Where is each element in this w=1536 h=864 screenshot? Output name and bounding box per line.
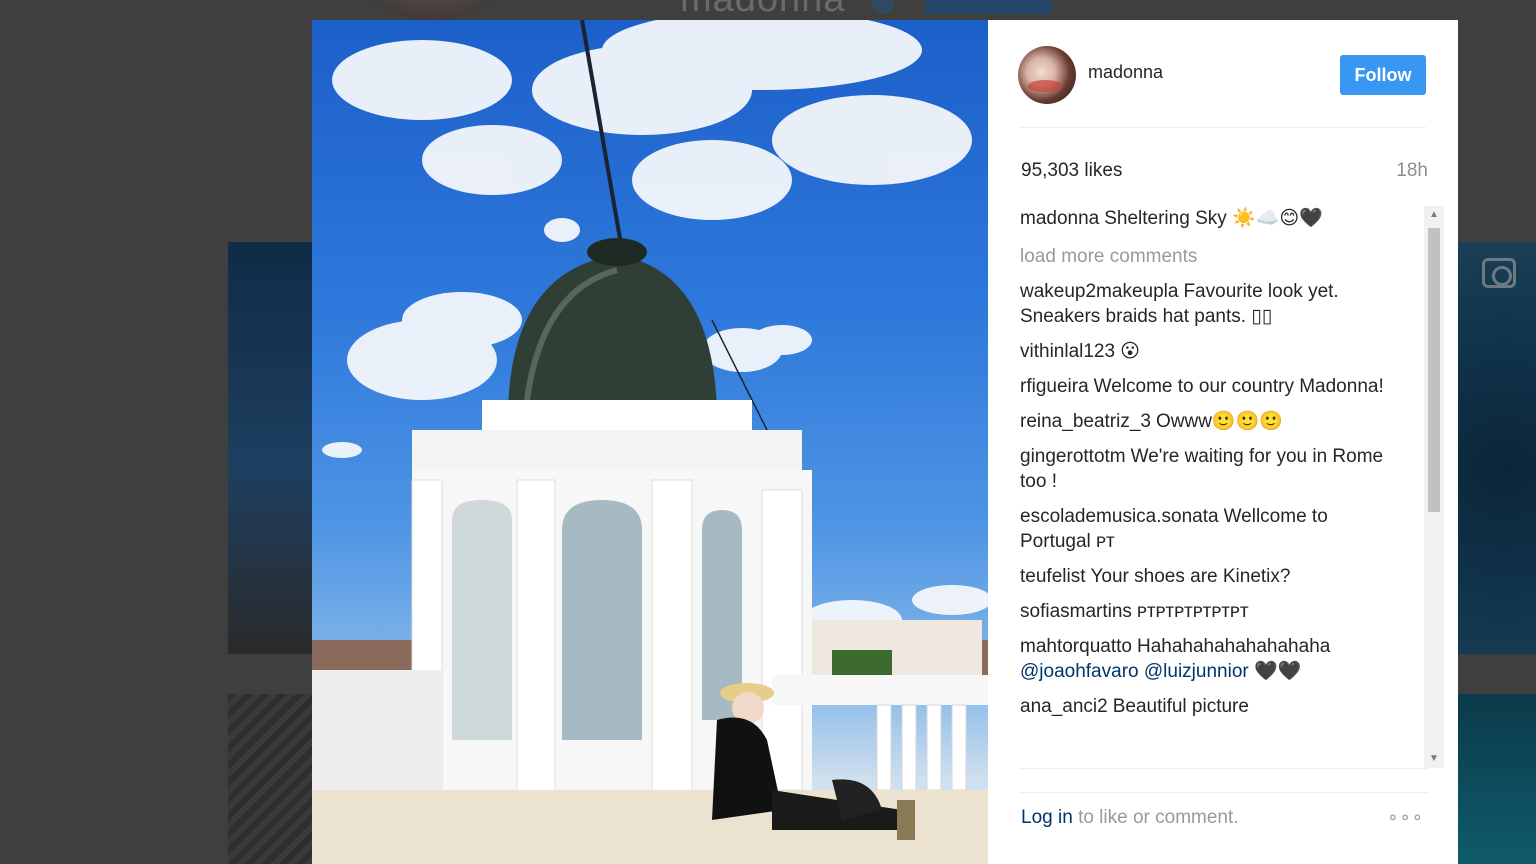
comment-item: escolademusica.sonata Wellcome to Portuga… (1020, 504, 1398, 554)
login-prompt: Log in to like or comment. (1021, 807, 1239, 829)
comment-item: rfigueira Welcome to our country Madonna! (1020, 374, 1398, 399)
comment-author[interactable]: ana_anci2 (1020, 696, 1108, 717)
likes-row: 95,303 likes 18h (1020, 158, 1428, 188)
background-profile-avatar (338, 0, 528, 20)
comment-author[interactable]: mahtorquatto (1020, 636, 1132, 657)
rooftop-dome-photo (312, 20, 988, 864)
comment-author[interactable]: rfigueira (1020, 376, 1089, 397)
comment-author[interactable]: teufelist (1020, 566, 1085, 587)
comment-item: ana_anci2 Beautiful picture (1020, 694, 1398, 719)
background-profile-username: madonna (680, 0, 845, 21)
post-caption: madonna Sheltering Sky ☀️☁️😊🖤 (1020, 206, 1398, 231)
comment-emoji: 🖤🖤 (1254, 661, 1302, 682)
author-username[interactable]: madonna (1088, 62, 1163, 83)
comment-author[interactable]: sofiasmartins (1020, 601, 1132, 622)
comment-item: sofiasmartins ᴘᴛᴘᴛᴘᴛᴘᴛᴘᴛᴘᴛ (1020, 599, 1398, 624)
comment-author[interactable]: wakeup2makeupla (1020, 281, 1178, 302)
comment-text: ᴘᴛᴘᴛᴘᴛᴘᴛᴘᴛᴘᴛ (1136, 601, 1249, 622)
comments-scroll-area[interactable]: madonna Sheltering Sky ☀️☁️😊🖤 load more c… (1020, 206, 1438, 770)
load-more-comments[interactable]: load more comments (1020, 244, 1398, 269)
background-thumbnail[interactable] (1458, 242, 1536, 654)
video-icon (1482, 258, 1516, 288)
verified-icon (872, 0, 894, 14)
comment-item: wakeup2makeupla Favourite look yet. Sneak… (1020, 279, 1398, 329)
comment-text: Beautiful picture (1112, 696, 1249, 717)
comment-author[interactable]: reina_beatriz_3 (1020, 411, 1151, 432)
follow-button[interactable]: Follow (1340, 55, 1426, 95)
post-photo[interactable] (312, 20, 988, 864)
mention-link[interactable]: @luizjunnior (1144, 661, 1249, 682)
comment-item: gingerottotm We're waiting for you in Rom… (1020, 444, 1398, 494)
background-thumbnail[interactable] (228, 242, 318, 654)
post-footer: Log in to like or comment. ∘∘∘ (1020, 792, 1428, 842)
comments-list: madonna Sheltering Sky ☀️☁️😊🖤 load more c… (1020, 206, 1398, 729)
comment-text: Your shoes are Kinetix? (1090, 566, 1291, 587)
comments-scrollbar[interactable]: ▲ ▼ (1424, 206, 1444, 768)
login-prompt-text: to like or comment. (1078, 807, 1239, 828)
background-thumbnail[interactable] (228, 694, 318, 864)
comment-text: Hahahahahahahahaha (1136, 636, 1331, 657)
comment-item: mahtorquatto Hahahahahahahahaha @joaohfav… (1020, 634, 1398, 684)
comment-text: Welcome to our country Madonna! (1093, 376, 1384, 397)
background-follow-button (925, 0, 1052, 14)
post-time[interactable]: 18h (1396, 160, 1428, 182)
scrollbar-thumb[interactable] (1428, 228, 1440, 512)
comments-divider (1020, 768, 1428, 770)
comment-author[interactable]: gingerottotm (1020, 446, 1126, 467)
background-thumbnail[interactable] (1458, 694, 1536, 864)
post-side-panel: madonna Follow 95,303 likes 18h madonna S… (988, 20, 1458, 864)
comment-item: teufelist Your shoes are Kinetix? (1020, 564, 1398, 589)
comment-author[interactable]: escolademusica.sonata (1020, 506, 1219, 527)
post-header: madonna Follow (1018, 46, 1426, 128)
caption-text: Sheltering Sky ☀️☁️😊🖤 (1104, 208, 1323, 229)
post-modal: madonna Follow 95,303 likes 18h madonna S… (312, 20, 1458, 864)
scroll-down-icon[interactable]: ▼ (1424, 750, 1444, 768)
comment-author[interactable]: madonna (1020, 208, 1099, 229)
author-avatar[interactable] (1018, 46, 1076, 104)
comment-author[interactable]: vithinlal123 (1020, 341, 1115, 362)
comment-text: 😮 (1120, 341, 1140, 362)
comment-text: Owww🙂🙂🙂 (1155, 411, 1283, 432)
more-options-icon[interactable]: ∘∘∘ (1387, 807, 1424, 828)
comment-item: vithinlal123 😮 (1020, 339, 1398, 364)
login-link[interactable]: Log in (1021, 807, 1073, 828)
mention-link[interactable]: @joaohfavaro (1020, 661, 1139, 682)
likes-count[interactable]: 95,303 likes (1021, 160, 1122, 182)
comment-item: reina_beatriz_3 Owww🙂🙂🙂 (1020, 409, 1398, 434)
scroll-up-icon[interactable]: ▲ (1424, 206, 1444, 224)
